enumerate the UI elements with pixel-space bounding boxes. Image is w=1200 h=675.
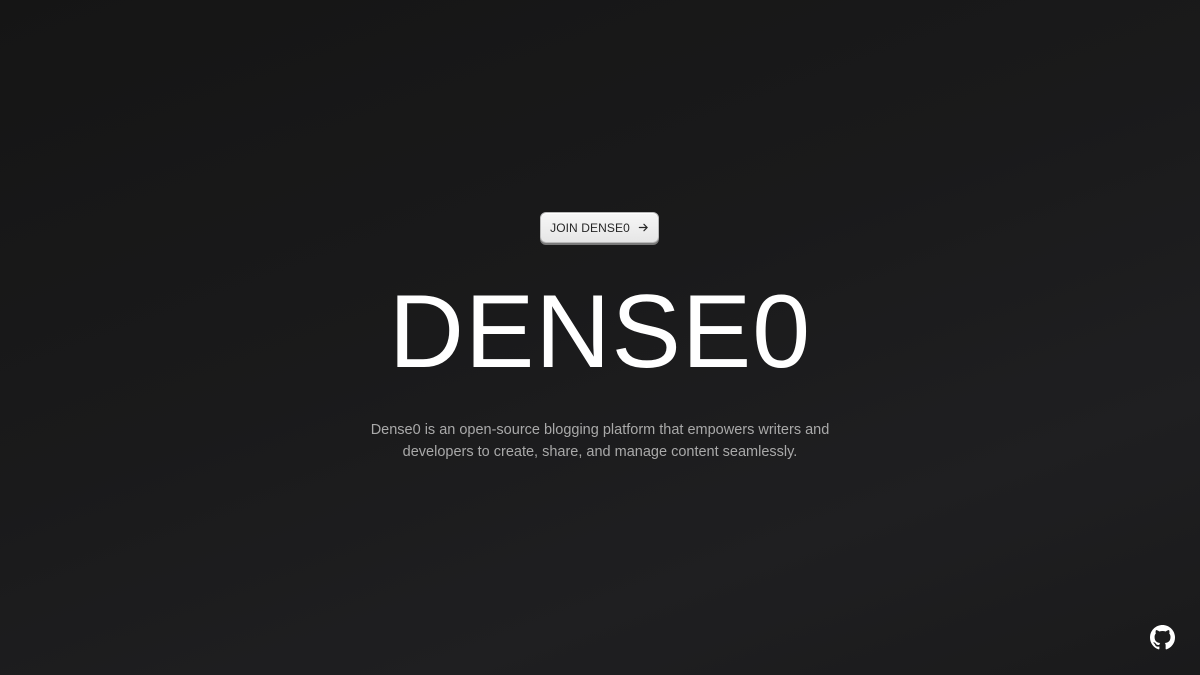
github-link[interactable]: [1150, 625, 1175, 650]
join-button[interactable]: JOIN DENSE0: [540, 212, 659, 243]
hero-section: JOIN DENSE0 DENSE0 Dense0 is an open-sou…: [0, 0, 1200, 675]
page-title: DENSE0: [388, 274, 812, 390]
arrow-right-icon: [638, 223, 648, 232]
hero-description: Dense0 is an open-source blogging platfo…: [370, 422, 830, 460]
github-icon: [1150, 625, 1175, 650]
join-button-label: JOIN DENSE0: [550, 220, 630, 235]
